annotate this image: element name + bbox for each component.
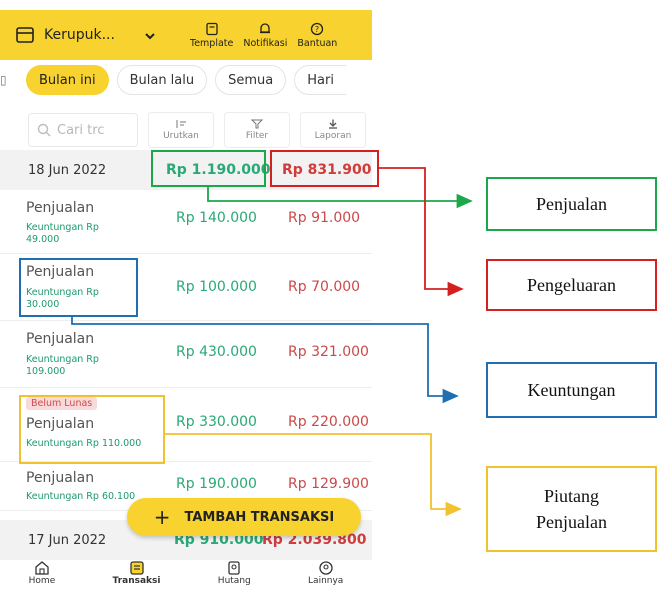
filter-button[interactable]: Filter: [224, 112, 290, 148]
chevron-down-icon[interactable]: [143, 28, 157, 42]
template-label: Template: [190, 37, 234, 49]
nav-transaksi-label: Transaksi: [112, 576, 161, 586]
filter-icon: [251, 119, 263, 129]
filter-label: Filter: [245, 131, 269, 141]
transaction-amount-out: Rp 220.000: [288, 414, 369, 430]
highlight-total-in: [151, 150, 266, 187]
transaction-amount-out: Rp 129.900: [288, 476, 369, 492]
nav-hutang-label: Hutang: [217, 576, 251, 586]
transaction-profit: Keuntungan Rp: [26, 222, 99, 233]
debt-book-icon: [228, 561, 240, 575]
home-icon: [35, 561, 49, 575]
search-icon: [37, 123, 51, 137]
nav-lainnya-label: Lainnya: [308, 576, 344, 586]
highlight-profit: [19, 258, 138, 317]
download-icon: [329, 119, 337, 129]
sort-icon: [176, 120, 186, 128]
transaction-amount-in: Rp 140.000: [176, 210, 257, 226]
help-icon: ?: [311, 22, 324, 35]
template-button[interactable]: Template: [190, 22, 233, 49]
label-pengeluaran: Pengeluaran: [486, 259, 657, 311]
nav-transaksi[interactable]: Transaksi: [112, 560, 161, 586]
transaction-amount-out: Rp 70.000: [288, 279, 361, 295]
list-toolbar: Cari trc Urutkan Filter Laporan: [0, 108, 372, 152]
top-app-bar: Kerupuk... Template Notifikasi ? Bantuan: [0, 10, 372, 60]
bell-icon: [260, 22, 271, 33]
label-piutang-line1: Piutang: [543, 486, 599, 506]
label-keuntungan-text: Keuntungan: [527, 379, 616, 400]
chip-semua[interactable]: Semua: [215, 65, 287, 95]
transaction-amount-in: Rp 330.000: [176, 414, 257, 430]
transaction-row[interactable]: Penjualan Keuntungan Rp 109.000 Rp 430.0…: [0, 321, 372, 388]
chip-edge-icon[interactable]: ▯: [0, 66, 7, 94]
business-selector[interactable]: Kerupuk...: [14, 24, 184, 46]
transaction-amount-in: Rp 190.000: [176, 476, 257, 492]
add-transaction-label: TAMBAH TRANSAKSI: [184, 509, 335, 525]
search-placeholder: Cari trc: [57, 122, 105, 138]
arrow-pengeluaran: [379, 167, 464, 297]
nav-hutang[interactable]: Hutang: [218, 560, 251, 586]
transaction-profit-amount: 109.000: [26, 366, 66, 377]
notification-label: Notifikasi: [243, 37, 288, 49]
report-button[interactable]: Laporan: [300, 112, 366, 148]
search-input[interactable]: Cari trc: [28, 113, 138, 147]
transaction-profit: Keuntungan Rp 60.100: [26, 491, 136, 502]
plus-icon: +: [153, 505, 171, 529]
chip-bulan-lalu[interactable]: Bulan lalu: [116, 65, 208, 95]
business-name: Kerupuk...: [44, 27, 115, 43]
period-filter-chips: ▯ Bulan ini Bulan lalu Semua Hari: [0, 64, 372, 96]
nav-lainnya[interactable]: Lainnya: [308, 560, 343, 586]
help-button[interactable]: ? Bantuan: [297, 22, 337, 49]
transaction-title: Penjualan: [26, 200, 95, 216]
notification-button[interactable]: Notifikasi: [243, 22, 287, 49]
report-label: Laporan: [314, 131, 352, 141]
label-piutang-penjualan: Piutang Penjualan: [486, 466, 657, 552]
label-piutang-line2: Penjualan: [536, 512, 607, 532]
add-transaction-button[interactable]: + TAMBAH TRANSAKSI: [127, 498, 361, 536]
svg-text:?: ?: [315, 25, 319, 34]
transaction-title: Penjualan: [26, 470, 95, 486]
help-label: Bantuan: [297, 37, 338, 49]
transaction-amount-out: Rp 321.000: [288, 344, 369, 360]
nav-home[interactable]: Home: [28, 560, 56, 586]
transaction-amount-in: Rp 430.000: [176, 344, 257, 360]
bottom-navigation: Home Transaksi Hutang Lainnya: [0, 560, 372, 593]
chip-hari[interactable]: Hari: [294, 65, 346, 95]
sort-label: Urutkan: [163, 131, 199, 141]
highlight-total-out: [270, 150, 379, 187]
nav-home-label: Home: [28, 576, 56, 586]
transactions-icon: [129, 561, 144, 575]
label-penjualan-text: Penjualan: [536, 193, 607, 214]
store-icon: [14, 24, 36, 46]
transaction-profit: Keuntungan Rp: [26, 354, 99, 365]
label-penjualan: Penjualan: [486, 177, 657, 231]
transaction-profit-amount: 49.000: [26, 234, 60, 245]
profile-icon: [319, 561, 333, 575]
transaction-amount-out: Rp 91.000: [288, 210, 361, 226]
sort-button[interactable]: Urutkan: [148, 112, 214, 148]
template-icon: [206, 22, 218, 35]
label-pengeluaran-text: Pengeluaran: [527, 274, 616, 295]
transaction-row[interactable]: Penjualan Keuntungan Rp 49.000 Rp 140.00…: [0, 190, 372, 254]
transaction-amount-in: Rp 100.000: [176, 279, 257, 295]
label-keuntungan: Keuntungan: [486, 362, 657, 418]
transaction-title: Penjualan: [26, 331, 95, 347]
chip-bulan-ini[interactable]: Bulan ini: [26, 65, 109, 95]
highlight-receivable: [19, 395, 165, 464]
group-date: 17 Jun 2022: [28, 532, 107, 548]
group-date: 18 Jun 2022: [28, 162, 107, 178]
